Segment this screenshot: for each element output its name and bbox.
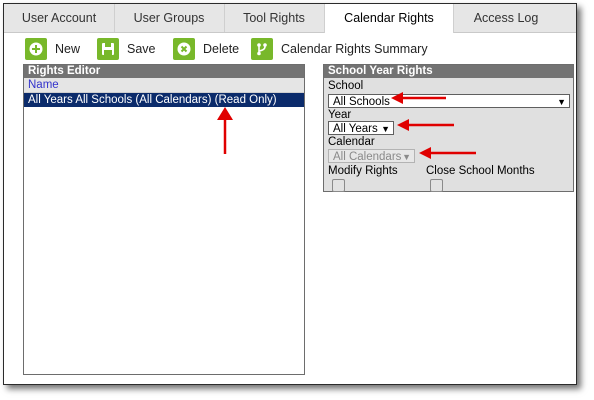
close-school-months-label: Close School Months [426, 165, 535, 177]
calendar-rights-summary-label: Calendar Rights Summary [281, 42, 428, 56]
tab-user-groups[interactable]: User Groups [114, 4, 225, 32]
school-year-rights-title: School Year Rights [324, 65, 573, 78]
calendar-rights-summary-button[interactable]: Calendar Rights Summary [251, 36, 428, 62]
save-button[interactable]: Save [97, 36, 156, 62]
user-management-window: User Account User Groups Tool Rights Cal… [3, 3, 577, 385]
branch-icon [251, 38, 273, 60]
year-select-value: All Years [333, 123, 378, 135]
tab-access-log[interactable]: Access Log [453, 4, 559, 32]
save-icon [97, 38, 119, 60]
new-button[interactable]: New [25, 36, 80, 62]
annotation-arrow-school [391, 92, 446, 104]
calendar-select[interactable]: All Calendars ▼ [328, 149, 415, 163]
delete-button-label: Delete [203, 42, 240, 56]
year-select[interactable]: All Years ▼ [328, 121, 394, 135]
new-button-label: New [55, 42, 81, 56]
school-select[interactable]: All Schools ▼ [328, 94, 570, 108]
caret-down-icon: ▼ [402, 152, 411, 162]
school-select-value: All Schools [333, 96, 390, 108]
annotation-arrow-up [217, 107, 233, 154]
plus-icon [25, 38, 47, 60]
tab-tool-rights[interactable]: Tool Rights [224, 4, 325, 32]
rights-editor-panel: Rights Editor Name All Years All Schools… [23, 64, 305, 375]
delete-icon [173, 38, 195, 60]
modify-rights-checkbox[interactable] [332, 179, 345, 192]
delete-button[interactable]: Delete [173, 36, 239, 62]
year-label: Year [328, 109, 352, 121]
school-label: School [328, 80, 364, 92]
caret-down-icon: ▼ [381, 124, 390, 134]
save-button-label: Save [127, 42, 156, 56]
calendar-label: Calendar [328, 136, 375, 148]
tab-user-account[interactable]: User Account [4, 4, 115, 32]
tab-bar: User Account User Groups Tool Rights Cal… [4, 4, 576, 33]
rights-row[interactable]: All Years All Schools (All Calendars) (R… [24, 93, 304, 107]
tab-calendar-rights[interactable]: Calendar Rights [324, 4, 454, 33]
rights-editor-title: Rights Editor [24, 65, 304, 78]
toolbar: New Save Delete Calendar Rights Summary [4, 34, 576, 64]
caret-down-icon: ▼ [557, 97, 566, 107]
annotation-arrow-calendar [419, 147, 476, 159]
modify-rights-label: Modify Rights [328, 165, 398, 177]
calendar-select-value: All Calendars [333, 151, 402, 163]
annotation-arrow-year [397, 119, 454, 131]
close-school-months-checkbox[interactable] [430, 179, 443, 192]
name-column-header[interactable]: Name [24, 78, 304, 93]
